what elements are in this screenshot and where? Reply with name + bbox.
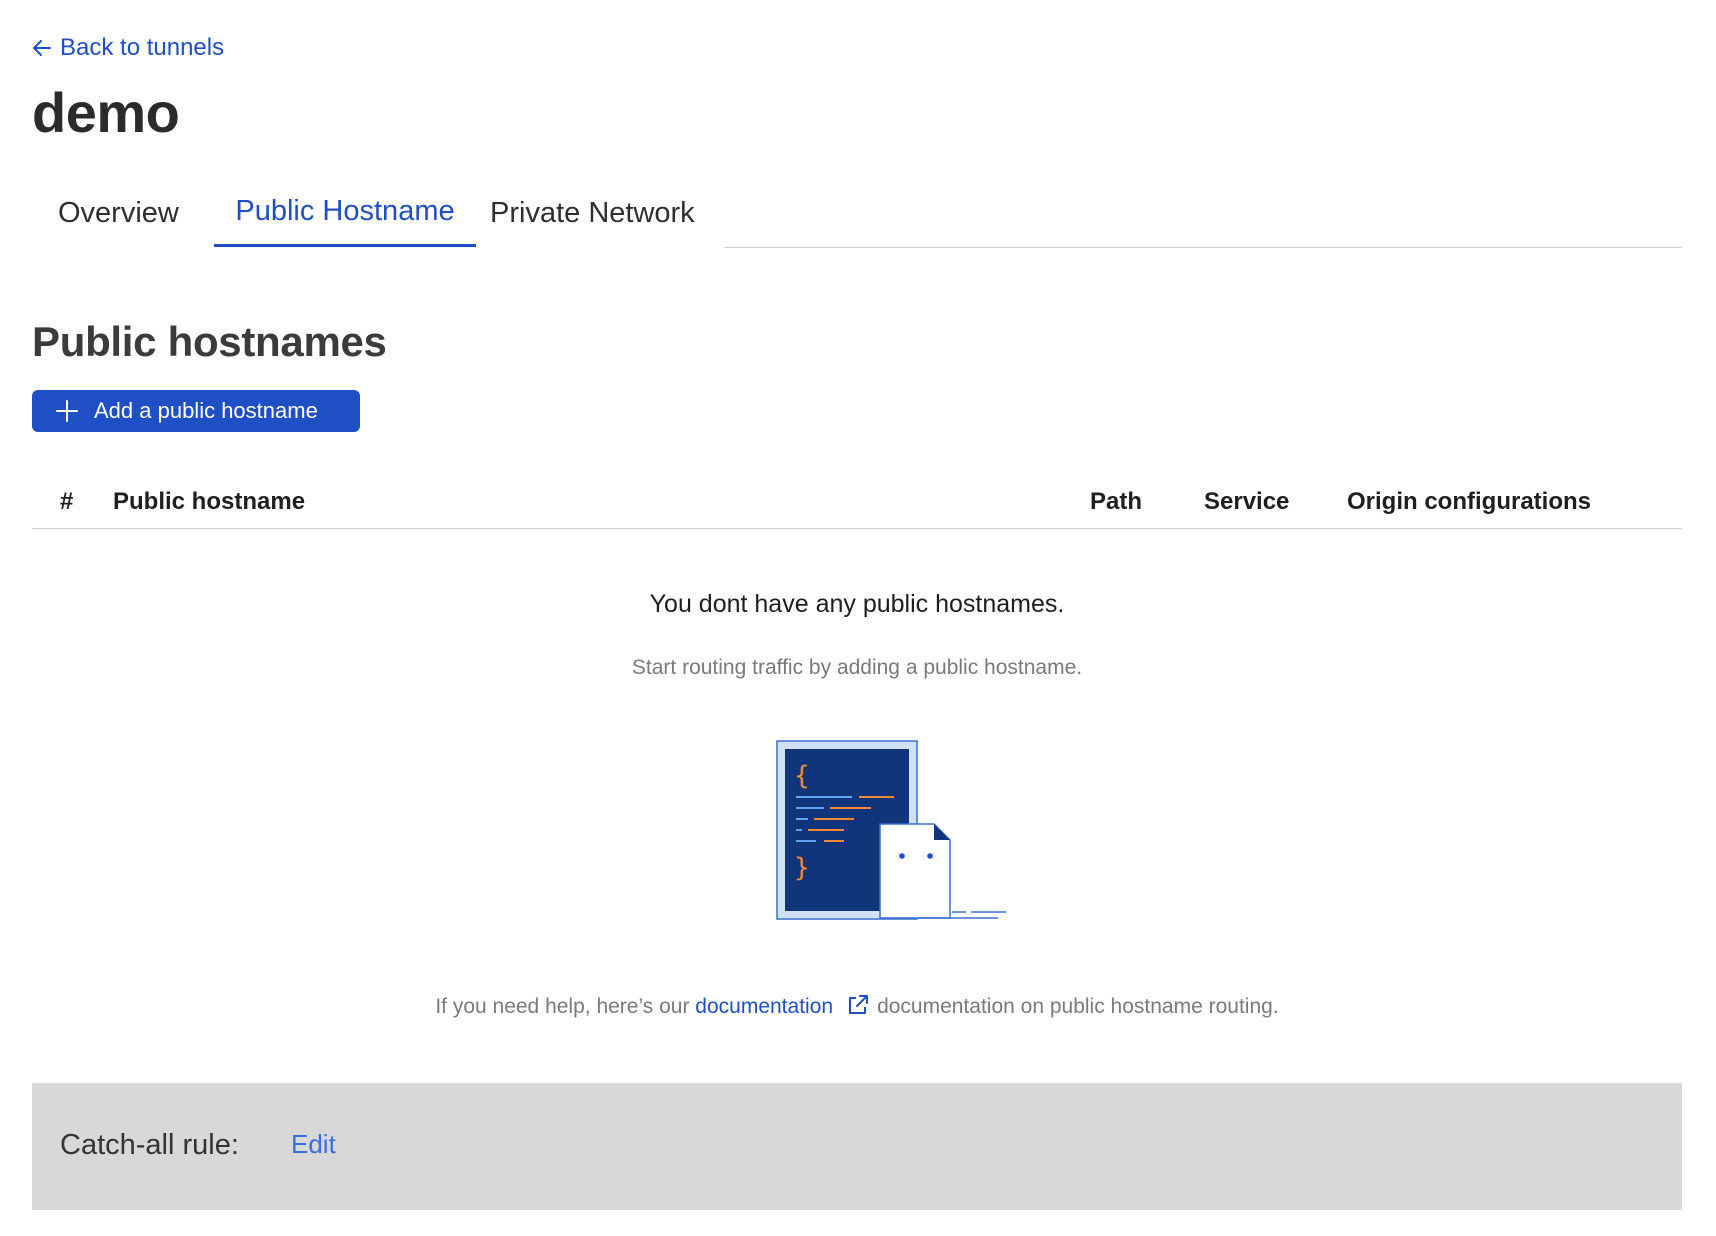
svg-text:}: }: [794, 853, 810, 883]
back-to-tunnels-link[interactable]: Back to tunnels: [32, 30, 224, 66]
column-header-origin-configurations: Origin configurations: [1347, 488, 1591, 515]
add-public-hostname-button[interactable]: Add a public hostname: [32, 390, 360, 432]
tunnel-detail-page: Back to tunnels demo Overview Public Hos…: [32, 0, 1682, 1236]
documentation-link[interactable]: documentation: [695, 995, 833, 1018]
arrow-left-icon: [33, 40, 51, 56]
plus-icon: [56, 400, 78, 422]
column-header-service: Service: [1204, 488, 1290, 515]
help-prefix: If you need help, here’s our: [435, 995, 690, 1018]
empty-state-title: You dont have any public hostnames.: [649, 590, 1065, 618]
column-header-path: Path: [1090, 488, 1143, 515]
catch-all-rule-panel: Catch-all rule: Edit: [32, 1083, 1682, 1210]
catch-all-label: Catch-all rule:: [60, 1129, 239, 1161]
back-link-label: Back to tunnels: [60, 34, 225, 61]
table-header: # Public hostname Path Service Origin co…: [32, 480, 1682, 529]
page-title: demo: [32, 81, 180, 144]
external-link-icon[interactable]: [847, 994, 869, 1016]
help-text: If you need help, here’s our documentati…: [32, 994, 1682, 1019]
column-header-public-hostname: Public hostname: [113, 488, 306, 515]
code-document-illustration: { }: [776, 740, 1006, 920]
column-header-number: #: [60, 488, 74, 515]
tab-overview[interactable]: Overview: [58, 180, 179, 246]
svg-text:{: {: [794, 761, 810, 791]
tab-bar: Overview Public Hostname Private Network: [32, 180, 1682, 250]
empty-state-subtitle: Start routing traffic by adding a public…: [631, 656, 1083, 679]
help-suffix: documentation on public hostname routing…: [877, 995, 1279, 1018]
section-title: Public hostnames: [32, 318, 387, 365]
catch-all-edit-link[interactable]: Edit: [291, 1129, 336, 1160]
tab-private-network[interactable]: Private Network: [490, 180, 695, 246]
tab-divider: [724, 247, 1682, 248]
add-button-label: Add a public hostname: [94, 398, 318, 423]
tab-public-hostname[interactable]: Public Hostname: [214, 178, 476, 247]
